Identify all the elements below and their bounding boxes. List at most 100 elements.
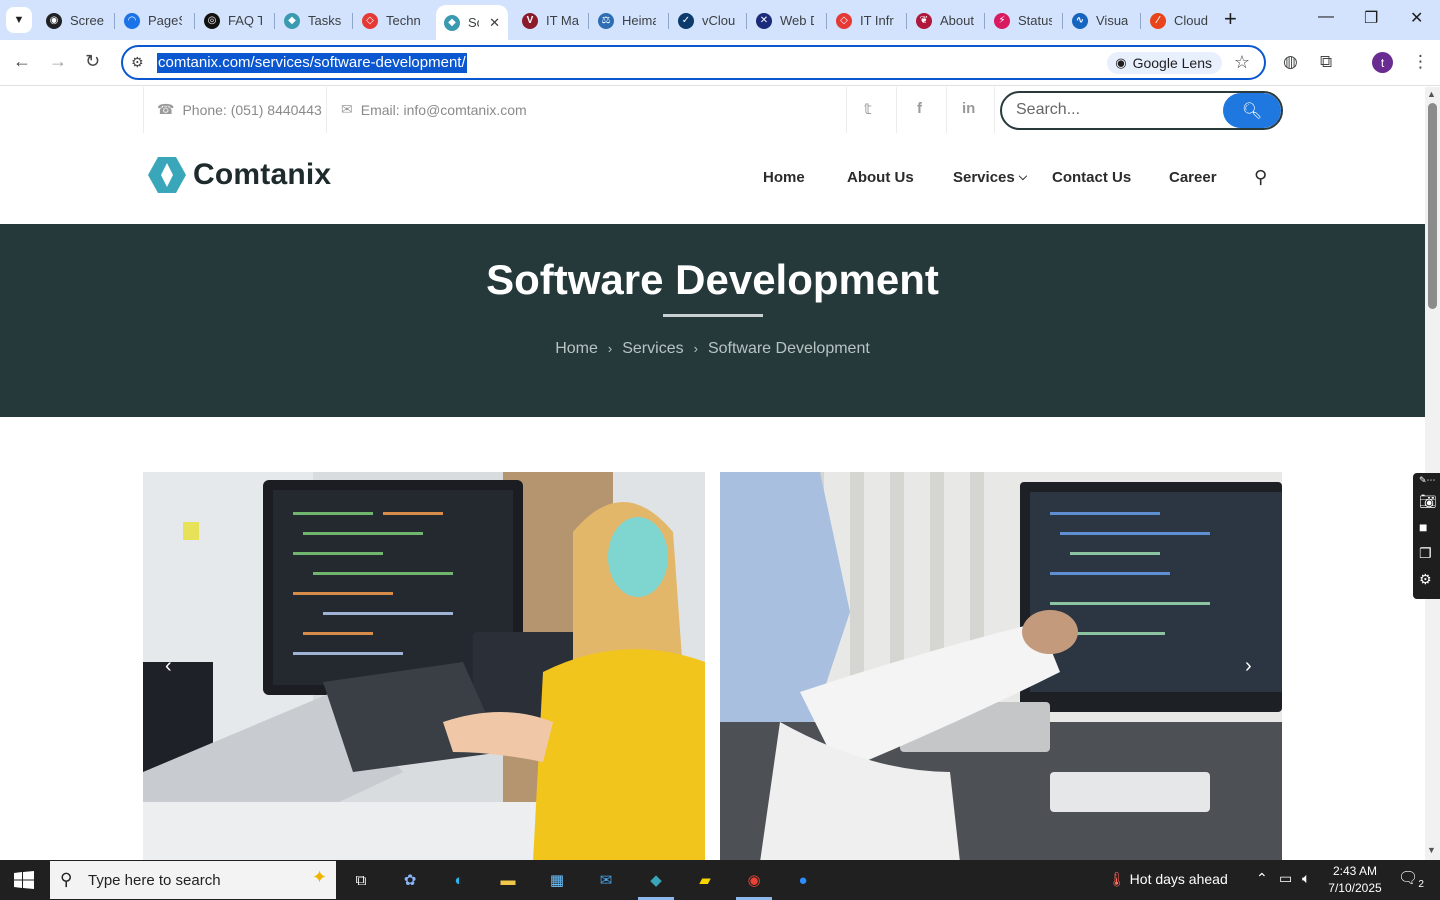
system-clock[interactable]: 2:43 AM 7/10/2025 — [1326, 863, 1384, 897]
nav-contact-us[interactable]: Contact Us — [1052, 169, 1131, 186]
sticky-notes-icon[interactable]: ▰ — [692, 868, 718, 892]
forward-button[interactable]: → — [49, 51, 67, 72]
copilot-icon[interactable]: ✿ — [397, 868, 423, 892]
facebook-icon[interactable]: f — [917, 100, 922, 117]
carousel-next-button[interactable]: › — [1245, 655, 1252, 678]
back-button[interactable]: ← — [13, 51, 31, 72]
web-page: ☎ Phone: (051) 8440443 ✉ Email: info@com… — [0, 87, 1425, 860]
minimize-button[interactable]: — — [1318, 8, 1334, 26]
nav-career[interactable]: Career — [1169, 169, 1217, 186]
google-lens-button[interactable]: ◉ Google Lens — [1107, 52, 1222, 74]
tray-chevron-up-icon[interactable]: ⌃ — [1256, 870, 1268, 887]
site-info-icon[interactable]: ⚙ — [131, 54, 144, 71]
screen-capture-toolbar: ✎⋯ 📷︎ ■ ❐ ⚙ — [1413, 473, 1440, 599]
new-tab-button[interactable]: + — [1224, 8, 1237, 30]
chevron-right-icon: › — [1245, 655, 1252, 677]
translate-icon[interactable]: ◍ — [1283, 52, 1298, 72]
linkedin-icon[interactable]: in — [962, 100, 975, 117]
tab-favicon-icon: ⚡ — [994, 12, 1010, 29]
store-icon[interactable]: ▦ — [544, 868, 570, 892]
notification-count: 2 — [1418, 879, 1424, 891]
tab-label: FAQ T — [228, 13, 262, 28]
breadcrumb-home[interactable]: Home — [555, 340, 598, 357]
volume-icon[interactable]: 🔈︎ — [1302, 870, 1310, 887]
browser-tab[interactable]: ✓ vClou — [670, 7, 744, 34]
comtanix-app-icon[interactable]: ◆ — [643, 868, 669, 892]
carousel-prev-button[interactable]: ‹ — [165, 655, 172, 678]
video-icon[interactable]: ■ — [1419, 519, 1427, 535]
site-search-input[interactable] — [1016, 101, 1216, 119]
twitter-icon[interactable]: 𝕥 — [864, 100, 872, 118]
bookmark-star-icon[interactable]: ☆ — [1234, 52, 1250, 73]
pin-icon[interactable]: ✎⋯ — [1419, 475, 1436, 486]
tab-favicon-icon: ◆ — [444, 14, 460, 31]
network-icon[interactable]: ▭ — [1279, 870, 1292, 887]
browser-tab[interactable]: V IT Ma — [514, 7, 588, 34]
browser-tab[interactable]: ❦ About — [908, 7, 982, 34]
window-icon[interactable]: ❐ — [1419, 545, 1432, 562]
browser-tab[interactable]: ◎ FAQ T — [196, 7, 270, 34]
taskbar-search[interactable]: ⚲ Type here to search ✦ — [50, 861, 336, 899]
browser-tab[interactable]: ◉ Scree — [38, 7, 112, 34]
windows-start-icon[interactable] — [14, 871, 34, 889]
browser-tab[interactable]: ◠ PageS — [116, 7, 190, 34]
search-icon[interactable]: ⚲ — [1254, 167, 1267, 188]
browser-tab[interactable]: ◇ Techn — [354, 7, 428, 34]
mail-icon[interactable]: ✉ — [593, 868, 619, 892]
arrow-left-icon: ← — [13, 51, 31, 71]
browser-tab[interactable]: ⚖ Heima — [590, 7, 664, 34]
nav-about-us[interactable]: About Us — [847, 169, 914, 186]
nav-services[interactable]: Services ⌵ — [953, 169, 1027, 186]
clock-date: 7/10/2025 — [1328, 881, 1382, 895]
task-view-icon[interactable]: ⧉ — [348, 868, 374, 892]
menu-kebab-icon[interactable]: ⋮ — [1412, 52, 1429, 72]
browser-tab[interactable]: ⁄ Cloud — [1142, 7, 1216, 34]
url-text[interactable]: comtanix.com/services/software-developme… — [157, 53, 467, 73]
edge-icon[interactable]: ◐ — [446, 868, 472, 892]
site-header: Comtanix Home About Us Services ⌵ Contact… — [0, 133, 1425, 224]
tab-favicon-icon: V — [522, 12, 538, 29]
profile-avatar[interactable]: t — [1372, 52, 1393, 73]
browser-tab[interactable]: ◆ Sc ✕ — [436, 5, 508, 40]
browser-tab[interactable]: ✕ Web D — [748, 7, 822, 34]
tab-search-button[interactable]: ▼ — [6, 7, 32, 33]
browser-tab[interactable]: ◇ IT Infr — [828, 7, 902, 34]
nav-home[interactable]: Home — [763, 169, 805, 186]
camera-icon[interactable]: 📷︎ — [1419, 493, 1437, 510]
browser-tab[interactable]: ∿ Visua — [1064, 7, 1138, 34]
browser-tab[interactable]: ⚡ Status — [986, 7, 1060, 34]
tab-favicon-icon: ✓ — [678, 12, 694, 29]
tab-label: Heima — [622, 13, 656, 28]
address-bar[interactable]: ⚙ comtanix.com/services/software-develop… — [121, 45, 1266, 80]
site-search-button[interactable]: 🔍︎ — [1223, 93, 1281, 128]
tab-separator — [668, 13, 669, 29]
chevron-down-icon: ⌵ — [1018, 171, 1028, 183]
browser-tab[interactable]: ◆ Tasks — [276, 7, 350, 34]
notification-center-button[interactable]: 🗨︎2 — [1398, 868, 1424, 890]
close-tab-icon[interactable]: ✕ — [489, 15, 500, 31]
weather-widget[interactable]: 🌡︎ Hot days ahead — [1108, 871, 1228, 888]
restore-button[interactable]: ❐ — [1364, 8, 1378, 28]
page-title: Software Development — [486, 256, 939, 303]
reload-button[interactable]: ↻ — [85, 51, 100, 72]
breadcrumb: Home › Services › Software Development — [0, 340, 1425, 358]
chrome-icon[interactable]: ◉ — [741, 868, 767, 892]
chevron-left-icon: ‹ — [165, 655, 172, 677]
scroll-down-icon[interactable]: ▼ — [1427, 845, 1436, 855]
site-logo[interactable]: Comtanix — [148, 157, 331, 193]
tab-favicon-icon: ◇ — [362, 12, 378, 29]
minimize-icon: — — [1318, 8, 1334, 25]
tab-separator — [352, 13, 353, 29]
file-explorer-icon[interactable]: ▬ — [495, 868, 521, 892]
contact-topbar: ☎ Phone: (051) 8440443 ✉ Email: info@com… — [0, 87, 1425, 133]
restore-icon: ❐ — [1364, 10, 1379, 27]
breadcrumb-services[interactable]: Services — [622, 340, 683, 357]
zoom-icon[interactable]: ● — [790, 868, 816, 892]
gear-icon[interactable]: ⚙ — [1419, 571, 1432, 588]
tab-favicon-icon: ◎ — [204, 12, 220, 29]
close-window-button[interactable]: ✕ — [1410, 8, 1423, 28]
scroll-up-icon[interactable]: ▲ — [1427, 89, 1436, 99]
extensions-icon[interactable]: ⧉ — [1320, 52, 1332, 72]
scrollbar-thumb[interactable] — [1428, 103, 1437, 309]
thermometer-icon: 🌡︎ — [1108, 871, 1126, 887]
